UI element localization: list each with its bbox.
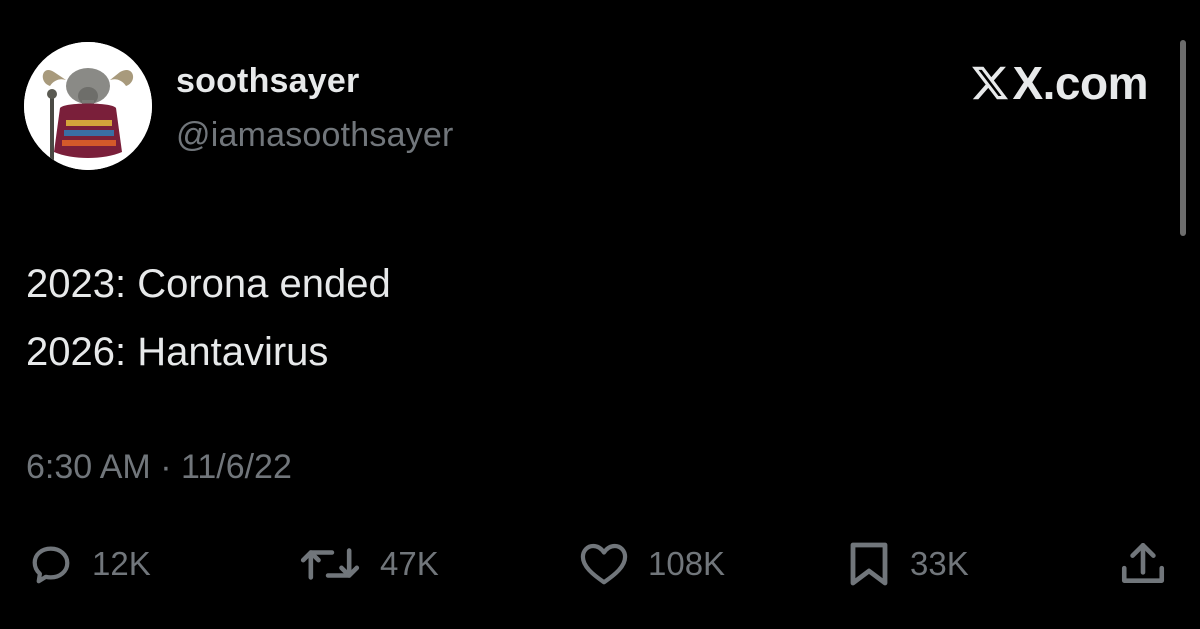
tweet-line: 2023: Corona ended (26, 262, 391, 306)
share-icon (1121, 542, 1165, 583)
share-button[interactable] (1116, 536, 1170, 592)
reply-icon (32, 546, 70, 584)
display-name[interactable]: soothsayer (176, 62, 359, 101)
repost-count: 47K (380, 545, 439, 582)
avatar[interactable] (24, 42, 152, 170)
repost-button[interactable]: 47K (298, 536, 439, 592)
bookmark-count: 33K (910, 545, 969, 582)
tweet-line: 2026: Hantavirus (26, 330, 329, 374)
brand-text: X.com (1012, 57, 1148, 109)
avatar-image (24, 42, 152, 170)
tweet-card: soothsayer @iamasoothsayer X.com 2023: C… (0, 0, 1200, 629)
scrollbar[interactable] (1180, 40, 1186, 236)
brand-watermark: X.com (970, 57, 1148, 109)
timestamp[interactable]: 6:30 AM · 11/6/22 (26, 448, 292, 487)
action-bar: 12K 47K 108K 33K (0, 536, 1200, 592)
reply-count: 12K (92, 545, 151, 582)
bookmark-icon (850, 542, 888, 586)
heart-icon (580, 543, 628, 585)
like-button[interactable]: 108K (578, 536, 725, 592)
x-logo-icon (972, 66, 1009, 100)
repost-icon (300, 548, 360, 580)
like-count: 108K (648, 545, 726, 582)
tweet-text: 2023: Corona ended 2026: Hantavirus (26, 250, 391, 386)
user-handle[interactable]: @iamasoothsayer (176, 116, 454, 155)
bookmark-button[interactable]: 33K (846, 536, 969, 592)
reply-button[interactable]: 12K (28, 536, 151, 592)
